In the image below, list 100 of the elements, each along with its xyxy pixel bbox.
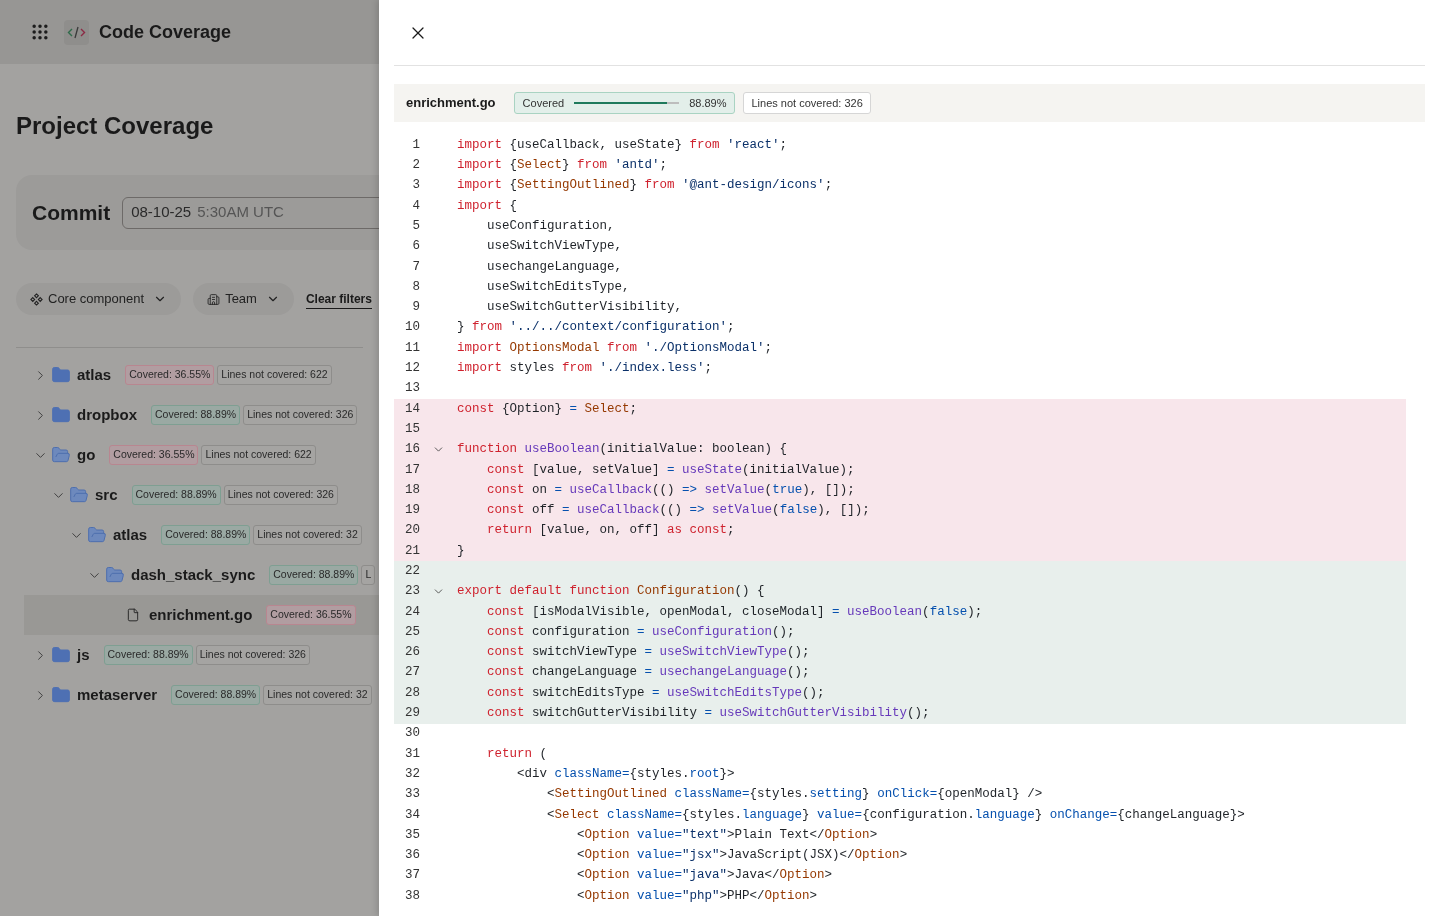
tree-row[interactable]: dropbox Covered: 88.89% Lines not covered: 326: [0, 395, 379, 435]
line-number: 13: [404, 380, 420, 398]
coverage-badge: Covered: 36.55%: [266, 605, 356, 625]
code-line: import styles from './index.less';: [457, 360, 713, 378]
coverage-badge: Covered: 88.89%: [269, 565, 359, 585]
line-number: 3: [411, 177, 420, 195]
line-number: 11: [404, 339, 420, 357]
code-line: const [value, setValue] = useState(initialValue);: [486, 461, 855, 479]
building-icon: [207, 292, 221, 306]
line-number: 31: [404, 745, 420, 763]
coverage-badge: Covered: 36.55%: [109, 445, 199, 465]
code-line: <Option value="jsx">JavaScript(JSX)</Option>: [576, 847, 908, 865]
line-number: 36: [404, 847, 420, 865]
code-line: usechangeLanguage,: [486, 258, 623, 276]
line-number: 27: [404, 664, 420, 682]
line-number: 20: [404, 522, 420, 540]
code-line: const switchViewType = useSwitchViewType();: [486, 644, 810, 662]
page-title: Project Coverage: [16, 111, 215, 141]
line-number: 28: [404, 684, 420, 702]
lines-not-covered-badge: Lines not covered: 326: [195, 645, 310, 665]
code-line: function useBoolean(initialValue: boolean) {: [457, 441, 788, 459]
code-line: const switchGutterVisibility = useSwitchGutterVisibility();: [486, 705, 930, 723]
coverage-badge: Covered: 88.89%: [161, 525, 251, 545]
code-line: <Option value="java">Java</Option>: [576, 867, 833, 885]
open-folder-icon: [69, 485, 89, 505]
code-line: }: [457, 542, 465, 560]
code-line: } from '../../context/configuration';: [457, 319, 735, 337]
code-line: <div className={styles.root}>: [516, 765, 735, 783]
code-line: import OptionsModal from './OptionsModal';: [457, 339, 773, 357]
line-number: 7: [411, 258, 420, 276]
line-number: 10: [404, 319, 420, 337]
line-number: 22: [404, 563, 420, 580]
tree-item-name: enrichment.go: [149, 604, 253, 625]
line-number: 6: [411, 238, 420, 256]
tree-item-name: dash_stack_sync: [131, 564, 256, 585]
code-line: import {SettingOutlined} from '@ant-design/icons';: [457, 177, 833, 195]
code-line: useSwitchViewType,: [486, 238, 623, 256]
apps-grid-icon[interactable]: [30, 22, 50, 42]
open-folder-icon: [87, 525, 107, 545]
line-number: 29: [404, 705, 420, 723]
commit-field[interactable]: 08-10-25 5:30AM UTC: [122, 196, 379, 229]
tree-row[interactable]: src Covered: 88.89% Lines not covered: 326: [0, 475, 379, 515]
open-folder-icon: [105, 565, 125, 585]
code-line: <Option value="text">Plain Text</Option>: [576, 826, 878, 844]
filter-dropdown[interactable]: Core component: [16, 283, 182, 315]
component-icon: [30, 292, 43, 306]
lines-not-covered-badge: Lines not covered: 622: [201, 445, 316, 465]
lines-not-covered-badge: Lines not covered: 326: [243, 405, 358, 425]
line-number: 4: [411, 197, 420, 215]
tree-row[interactable]: metaserver Covered: 88.89% Lines not covered: 32: [0, 675, 379, 715]
line-number: 26: [404, 644, 420, 662]
tree-item-name: atlas: [113, 524, 148, 545]
tree-row[interactable]: dash_stack_sync Covered: 88.89% L: [0, 555, 379, 595]
code-line: import {Select} from 'antd';: [457, 157, 668, 175]
line-number: 8: [411, 278, 420, 296]
coverage-badge: Covered: 88.89%: [171, 685, 261, 705]
code-line: useSwitchEditsType,: [486, 278, 630, 296]
code-line: const changeLanguage = usechangeLanguage();: [486, 664, 810, 682]
tree-item-name: src: [95, 484, 118, 505]
lines-not-covered-badge: Lines not covered: 622: [217, 365, 332, 385]
code-line: useConfiguration,: [486, 217, 615, 235]
line-number: 5: [411, 217, 420, 235]
line-number: 32: [404, 765, 420, 783]
tree-row[interactable]: go Covered: 36.55% Lines not covered: 622: [0, 435, 379, 475]
commit-label: Commit: [32, 199, 111, 226]
line-number: 12: [404, 360, 420, 378]
line-number: 35: [404, 826, 420, 844]
line-number: 38: [404, 887, 420, 905]
code-line: const {Option} = Select;: [457, 400, 638, 418]
code-line: const configuration = useConfiguration();: [486, 623, 795, 641]
filter-dropdown[interactable]: Team: [193, 283, 294, 315]
line-number: 1: [411, 136, 420, 154]
lines-not-covered-badge: Lines not covered: 326: [223, 485, 338, 505]
covered-label: Covered: [522, 95, 565, 111]
app-title: Code Coverage: [99, 20, 232, 44]
clear-filters-link[interactable]: Clear filters: [305, 289, 372, 309]
folder-icon: [51, 645, 71, 665]
tree-row[interactable]: js Covered: 88.89% Lines not covered: 326: [0, 635, 379, 675]
code-line: <Option value="php">PHP</Option>: [576, 887, 818, 905]
code-line: return [value, on, off] as const;: [486, 522, 735, 540]
folder-icon: [51, 405, 71, 425]
tree-row[interactable]: enrichment.go Covered: 36.55%: [24, 595, 379, 635]
line-number: 2: [411, 157, 420, 175]
coverage-badge: Covered: 88.89%: [103, 645, 193, 665]
code-line: useSwitchGutterVisibility,: [486, 299, 683, 317]
line-number: 34: [404, 806, 420, 824]
line-number: 14: [404, 400, 420, 418]
line-number: 16: [404, 441, 420, 459]
tree-row[interactable]: atlas Covered: 88.89% Lines not covered: 32: [0, 515, 379, 555]
lines-not-covered-badge: Lines not covered: 326: [743, 92, 871, 114]
line-number: 19: [404, 502, 420, 520]
coverage-badge: Covered: 36.55%: [125, 365, 215, 385]
coverage-badge: Covered: 88.89%: [151, 405, 241, 425]
line-number: 30: [404, 725, 420, 743]
tree-row[interactable]: atlas Covered: 36.55% Lines not covered: 622: [0, 355, 379, 395]
code-line: const switchEditsType = useSwitchEditsType();: [486, 684, 825, 702]
line-number: 18: [404, 481, 420, 499]
code-line: import {useCallback, useState} from 'react';: [457, 136, 788, 154]
tree-item-name: metaserver: [77, 684, 158, 705]
code-line: return (: [486, 745, 548, 763]
